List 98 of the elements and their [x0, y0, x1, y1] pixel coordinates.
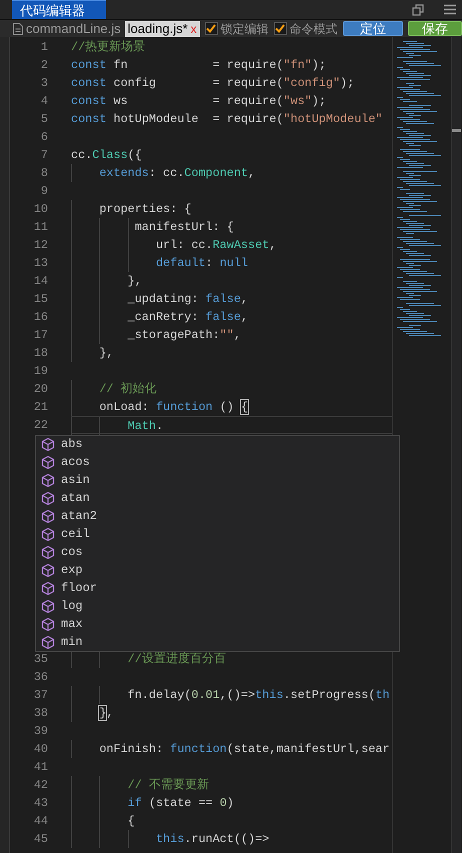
line-number: 37	[32, 687, 48, 704]
line-number: 3	[40, 75, 48, 92]
toolbar-button[interactable]: 定位	[342, 21, 404, 36]
line-number: 45	[32, 831, 48, 848]
code-line: // 不需要更新	[126, 778, 209, 792]
line-number: 40	[32, 741, 48, 758]
line-number: 17	[32, 327, 48, 344]
cube-icon	[41, 544, 55, 560]
line-number: 22	[32, 417, 48, 434]
line-number: 20	[32, 381, 48, 398]
line-number: 42	[32, 777, 48, 794]
code-line: },	[98, 706, 114, 720]
suggestion-item[interactable]: log	[61, 597, 83, 615]
suggestion-item[interactable]: floor	[61, 579, 98, 597]
suggestion-item[interactable]: abs	[61, 436, 83, 453]
code-line: //热更新场景	[71, 40, 146, 54]
code-line: //设置进度百分百	[126, 652, 226, 666]
cube-icon	[41, 598, 55, 614]
suggestion-item[interactable]: asin	[61, 471, 90, 489]
line-number: 1	[40, 39, 48, 56]
code-line: Math.	[126, 419, 164, 433]
suggestion-item[interactable]: atan	[61, 489, 90, 507]
cube-icon	[41, 490, 55, 506]
cube-icon	[41, 580, 55, 596]
code-line: const fn = require("fn");	[71, 58, 326, 72]
line-number: 2	[40, 57, 48, 74]
restore-windows-icon[interactable]	[412, 4, 424, 16]
line-number: 44	[32, 813, 48, 830]
code-line: const config = require("config");	[71, 76, 354, 90]
code-line: cc.Class({	[71, 148, 142, 162]
code-line: default: null	[154, 256, 248, 270]
code-line: properties: {	[98, 202, 192, 216]
code-line: const hotUpModeule = require("hotUpModeule"	[71, 112, 383, 126]
line-number: 16	[32, 309, 48, 326]
code-line: onLoad: function () {	[98, 400, 248, 414]
window-title[interactable]: 代码编辑器	[12, 0, 106, 19]
code-line: },	[98, 346, 114, 360]
code-line: _canRetry: false,	[126, 310, 248, 324]
cube-icon	[41, 562, 55, 578]
suggestion-item[interactable]: exp	[61, 561, 83, 579]
line-number: 21	[32, 399, 48, 416]
code-line: {	[126, 814, 135, 828]
code-line: _updating: false,	[126, 292, 248, 306]
code-line: const ws = require("ws");	[71, 94, 326, 108]
code-line: },	[126, 274, 142, 288]
suggestion-item[interactable]: cos	[61, 543, 83, 561]
line-number: 15	[32, 291, 48, 308]
scrollbar-thumb[interactable]	[452, 129, 461, 132]
suggestion-item[interactable]: ceil	[61, 525, 90, 543]
code-line: if (state == 0)	[126, 796, 234, 810]
suggestion-item[interactable]: min	[61, 633, 83, 651]
line-number: 11	[32, 219, 48, 236]
checkbox-label: 锁定编辑	[220, 20, 269, 38]
line-number: 4	[40, 93, 48, 110]
file-tab[interactable]: commandLine.js	[12, 20, 122, 36]
cube-icon	[41, 526, 55, 542]
line-number: 12	[32, 237, 48, 254]
code-line: fn.delay(0.01,()=>this.setProgress(th	[126, 688, 390, 702]
line-number: 39	[32, 723, 48, 740]
line-number: 43	[32, 795, 48, 812]
code-line: // 初始化	[98, 382, 157, 396]
checkbox-label: 命令模式	[290, 20, 338, 38]
suggestion-item[interactable]: acos	[61, 453, 90, 471]
suggestion-item[interactable]: max	[61, 615, 83, 633]
line-number: 18	[32, 345, 48, 362]
suggestion-item[interactable]: atan2	[61, 507, 98, 525]
tab-label: loading.js*	[128, 20, 188, 38]
line-number: 6	[40, 129, 48, 146]
menu-icon[interactable]	[444, 4, 456, 15]
line-number: 7	[40, 147, 48, 164]
code-line: extends: cc.Component,	[98, 166, 256, 180]
code-line: onFinish: function(state,manifestUrl,sear	[98, 742, 390, 756]
line-number: 14	[32, 273, 48, 290]
line-number: 5	[40, 111, 48, 128]
cube-icon	[41, 508, 55, 524]
line-number: 41	[32, 759, 48, 776]
line-number: 8	[40, 165, 48, 182]
file-icon	[13, 22, 23, 34]
line-number: 13	[32, 255, 48, 272]
checkbox[interactable]	[204, 22, 218, 35]
code-line: _storagePath:"",	[126, 328, 241, 342]
line-number: 9	[40, 183, 48, 200]
line-number: 19	[32, 363, 48, 380]
code-line: url: cc.RawAsset,	[154, 238, 276, 252]
line-number: 36	[32, 669, 48, 686]
tab-label: commandLine.js	[26, 20, 121, 38]
code-line: manifestUrl: {	[134, 220, 234, 234]
line-number: 38	[32, 705, 48, 722]
checkbox[interactable]	[274, 22, 287, 35]
cube-icon	[41, 616, 55, 632]
cube-icon	[41, 472, 55, 488]
cube-icon	[41, 634, 55, 650]
cube-icon	[41, 436, 55, 452]
line-number: 10	[32, 201, 48, 218]
code-line: this.runAct(()=>	[154, 832, 270, 846]
file-tab[interactable]: loading.js* x	[124, 20, 200, 36]
line-number: 35	[32, 651, 48, 668]
cube-icon	[41, 454, 55, 470]
